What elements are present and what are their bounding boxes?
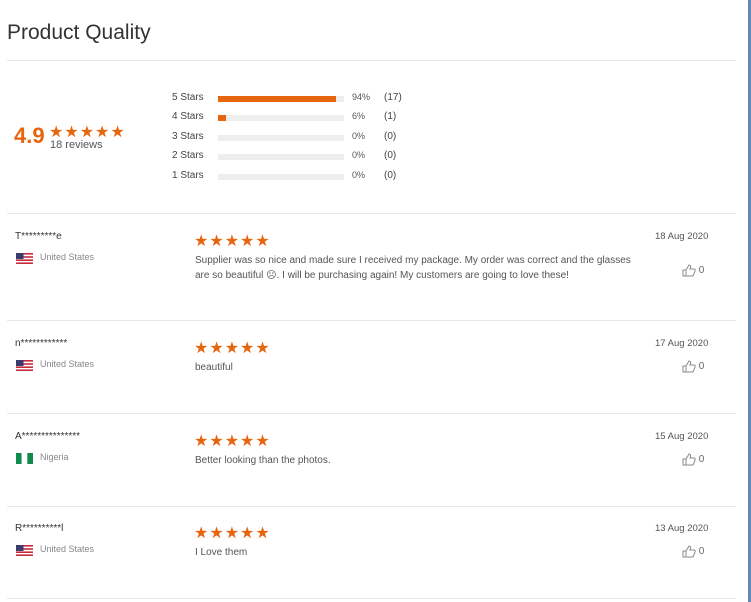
distribution-count: (0) (384, 131, 397, 142)
us-flag-icon (16, 360, 33, 371)
helpful-button[interactable]: 0 (682, 360, 704, 373)
divider (7, 213, 736, 214)
distribution-percent: 94% (352, 92, 371, 102)
helpful-count: 0 (698, 265, 705, 277)
review-stars-icon: ★★★★★ (194, 525, 271, 542)
thumbs-up-icon (682, 360, 696, 373)
reviewer-country: United States (40, 359, 95, 369)
distribution-count: (0) (384, 150, 397, 161)
review-date: 18 Aug 2020 (655, 231, 709, 242)
divider (7, 413, 736, 414)
helpful-count: 0 (698, 361, 705, 373)
reviewer-country: United States (40, 544, 95, 554)
distribution-label: 5 Stars (172, 92, 204, 103)
distribution-bar (218, 115, 344, 121)
distribution-bar (218, 96, 344, 102)
reviewer-name: n************ (15, 338, 68, 349)
distribution-count: (1) (384, 111, 397, 122)
review-stars-icon: ★★★★★ (194, 340, 271, 357)
us-flag-icon (16, 545, 33, 556)
thumbs-up-icon (682, 545, 696, 558)
divider (7, 320, 736, 321)
review-text: Better looking than the photos. (195, 455, 331, 466)
average-score: 4.9 (14, 123, 45, 148)
distribution-label: 3 Stars (172, 131, 204, 142)
distribution-fill (218, 115, 226, 121)
review-stars-icon: ★★★★★ (194, 233, 271, 250)
review-count: 18 reviews (50, 139, 103, 151)
distribution-label: 1 Stars (172, 170, 204, 181)
distribution-percent: 0% (352, 131, 366, 141)
reviewer-name: R**********l (15, 523, 64, 534)
distribution-percent: 0% (352, 150, 366, 160)
distribution-percent: 6% (352, 111, 366, 121)
distribution-label: 2 Stars (172, 150, 204, 161)
distribution-fill (218, 96, 337, 102)
divider (7, 60, 736, 61)
review-date: 17 Aug 2020 (655, 338, 709, 349)
reviewer-name: T*********e (15, 231, 62, 242)
distribution-bar (218, 154, 344, 160)
review-date: 13 Aug 2020 (655, 523, 709, 534)
helpful-button[interactable]: 0 (682, 453, 704, 466)
review-stars-icon: ★★★★★ (194, 433, 271, 450)
review-date: 15 Aug 2020 (655, 431, 709, 442)
us-flag-icon (16, 253, 33, 264)
distribution-count: (17) (384, 92, 402, 103)
reviewer-country: Nigeria (40, 452, 69, 462)
distribution-bar (218, 174, 344, 180)
helpful-count: 0 (698, 546, 705, 558)
distribution-label: 4 Stars (172, 111, 204, 122)
helpful-count: 0 (698, 454, 705, 466)
helpful-button[interactable]: 0 (682, 264, 704, 277)
divider (7, 506, 736, 507)
divider (7, 598, 736, 599)
distribution-percent: 0% (352, 170, 366, 180)
thumbs-up-icon (682, 264, 696, 277)
review-text: beautiful (195, 362, 233, 373)
thumbs-up-icon (682, 453, 696, 466)
helpful-button[interactable]: 0 (682, 545, 704, 558)
page-title: Product Quality (7, 21, 151, 44)
ng-flag-icon (16, 453, 33, 464)
review-text: Supplier was so nice and made sure I rec… (195, 255, 631, 281)
review-text: I Love them (195, 547, 248, 558)
distribution-bar (218, 135, 344, 141)
reviewer-country: United States (40, 252, 95, 262)
reviewer-name: A*************** (15, 431, 81, 442)
distribution-count: (0) (384, 170, 397, 181)
